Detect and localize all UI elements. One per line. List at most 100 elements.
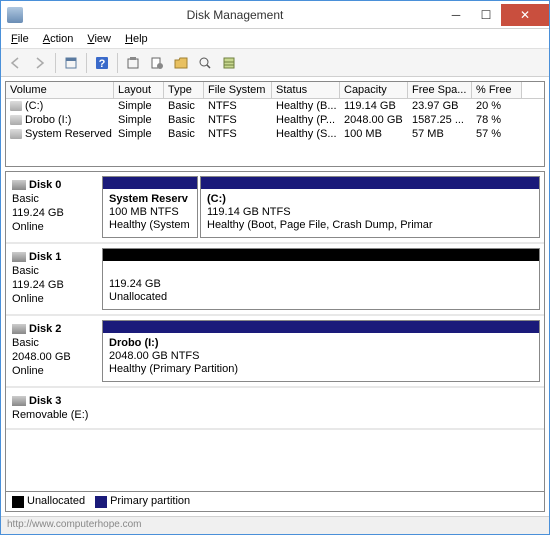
col-volume[interactable]: Volume bbox=[6, 82, 114, 98]
partitions: 119.24 GB Unallocated bbox=[102, 244, 544, 314]
volume-icon bbox=[10, 101, 22, 111]
disk-state: Online bbox=[12, 220, 96, 234]
cell: Healthy (B... bbox=[272, 99, 340, 113]
disk-label[interactable]: Disk 2 Basic 2048.00 GB Online bbox=[6, 316, 102, 386]
partition-size: 119.14 GB NTFS bbox=[207, 206, 533, 219]
disk-name: Disk 3 bbox=[29, 394, 61, 408]
back-button[interactable] bbox=[5, 52, 27, 74]
partition-stripe bbox=[201, 177, 539, 189]
disk-name: Disk 2 bbox=[29, 322, 61, 336]
disk-label[interactable]: Disk 1 Basic 119.24 GB Online bbox=[6, 244, 102, 314]
partition-stripe bbox=[103, 177, 197, 189]
maximize-button[interactable]: ☐ bbox=[471, 4, 501, 26]
col-freespace[interactable]: Free Spa... bbox=[408, 82, 472, 98]
partition-name: Drobo (I:) bbox=[109, 337, 533, 350]
properties-icon[interactable] bbox=[60, 52, 82, 74]
list-icon[interactable] bbox=[218, 52, 240, 74]
volume-list[interactable]: Volume Layout Type File System Status Ca… bbox=[5, 81, 545, 167]
cell: Basic bbox=[164, 113, 204, 127]
volume-icon bbox=[10, 129, 22, 139]
menubar: FFileile Action View Help bbox=[1, 29, 549, 49]
cell: 1587.25 ... bbox=[408, 113, 472, 127]
svg-text:?: ? bbox=[99, 58, 106, 70]
app-icon bbox=[7, 7, 23, 23]
toolbar-sep bbox=[117, 53, 118, 73]
folder-icon[interactable] bbox=[170, 52, 192, 74]
cell: 57 % bbox=[472, 127, 522, 141]
partitions: Drobo (I:) 2048.00 GB NTFS Healthy (Prim… bbox=[102, 316, 544, 386]
menu-view[interactable]: View bbox=[81, 31, 117, 47]
disk-label[interactable]: Disk 0 Basic 119.24 GB Online bbox=[6, 172, 102, 242]
cell: Simple bbox=[114, 127, 164, 141]
cell: 2048.00 GB bbox=[340, 113, 408, 127]
disk-row[interactable]: Disk 2 Basic 2048.00 GB Online Drobo (I:… bbox=[6, 316, 544, 388]
legend: Unallocated Primary partition bbox=[5, 492, 545, 512]
disk-map[interactable]: Disk 0 Basic 119.24 GB Online System Res… bbox=[5, 171, 545, 492]
disk-size: 119.24 GB bbox=[12, 206, 96, 220]
statusbar: http://www.computerhope.com bbox=[1, 516, 549, 534]
disk-icon bbox=[12, 180, 26, 190]
partition-status: Healthy (Primary Partition) bbox=[109, 363, 533, 376]
disk-state: Online bbox=[12, 292, 96, 306]
disk-type: Basic bbox=[12, 264, 96, 278]
col-filesystem[interactable]: File System bbox=[204, 82, 272, 98]
disk-type: Basic bbox=[12, 336, 96, 350]
partition-status: Healthy (Boot, Page File, Crash Dump, Pr… bbox=[207, 219, 533, 232]
menu-file[interactable]: FFileile bbox=[5, 31, 35, 47]
menu-help[interactable]: Help bbox=[119, 31, 154, 47]
settings-icon[interactable] bbox=[146, 52, 168, 74]
minimize-button[interactable]: ─ bbox=[441, 4, 471, 26]
disk-name: Disk 1 bbox=[29, 250, 61, 264]
volume-row[interactable]: (C:) Simple Basic NTFS Healthy (B... 119… bbox=[6, 99, 544, 113]
cell: 100 MB bbox=[340, 127, 408, 141]
cell: NTFS bbox=[204, 113, 272, 127]
legend-primary: Primary partition bbox=[110, 495, 190, 507]
cell: 78 % bbox=[472, 113, 522, 127]
partition[interactable]: Drobo (I:) 2048.00 GB NTFS Healthy (Prim… bbox=[102, 320, 540, 382]
disk-row[interactable]: Disk 3 Removable (E:) bbox=[6, 388, 544, 430]
partition-size: 2048.00 GB NTFS bbox=[109, 350, 533, 363]
partition[interactable]: (C:) 119.14 GB NTFS Healthy (Boot, Page … bbox=[200, 176, 540, 238]
menu-action[interactable]: Action bbox=[37, 31, 80, 47]
legend-swatch-primary bbox=[95, 496, 107, 508]
partition-stripe bbox=[103, 321, 539, 333]
close-button[interactable]: ✕ bbox=[501, 4, 549, 26]
disk-size: 119.24 GB bbox=[12, 278, 96, 292]
disk-label[interactable]: Disk 3 Removable (E:) bbox=[6, 388, 102, 428]
col-status[interactable]: Status bbox=[272, 82, 340, 98]
col-capacity[interactable]: Capacity bbox=[340, 82, 408, 98]
help-icon[interactable]: ? bbox=[91, 52, 113, 74]
disk-type: Basic bbox=[12, 192, 96, 206]
disk-icon bbox=[12, 324, 26, 334]
partition-name: (C:) bbox=[207, 193, 533, 206]
disk-row[interactable]: Disk 1 Basic 119.24 GB Online 119.24 GB … bbox=[6, 244, 544, 316]
volume-row[interactable]: Drobo (I:) Simple Basic NTFS Healthy (P.… bbox=[6, 113, 544, 127]
window-controls: ─ ☐ ✕ bbox=[441, 4, 549, 26]
partition-status: Unallocated bbox=[109, 291, 533, 304]
partition-name: System Reserv bbox=[109, 193, 191, 206]
refresh-icon[interactable] bbox=[122, 52, 144, 74]
menu-file-label: Fileile bbox=[18, 33, 29, 45]
col-type[interactable]: Type bbox=[164, 82, 204, 98]
partition[interactable]: System Reserv 100 MB NTFS Healthy (Syste… bbox=[102, 176, 198, 238]
cell: Simple bbox=[114, 99, 164, 113]
partition-stripe bbox=[103, 249, 539, 261]
disk-icon bbox=[12, 396, 26, 406]
cell: NTFS bbox=[204, 127, 272, 141]
toolbar: ? bbox=[1, 49, 549, 77]
col-pctfree[interactable]: % Free bbox=[472, 82, 522, 98]
cell: Healthy (S... bbox=[272, 127, 340, 141]
col-layout[interactable]: Layout bbox=[114, 82, 164, 98]
cell: 23.97 GB bbox=[408, 99, 472, 113]
volume-name: Drobo (I:) bbox=[25, 114, 71, 126]
partitions: System Reserv 100 MB NTFS Healthy (Syste… bbox=[102, 172, 544, 242]
cell: 119.14 GB bbox=[340, 99, 408, 113]
disk-row[interactable]: Disk 0 Basic 119.24 GB Online System Res… bbox=[6, 172, 544, 244]
cell: Basic bbox=[164, 99, 204, 113]
search-icon[interactable] bbox=[194, 52, 216, 74]
cell: 20 % bbox=[472, 99, 522, 113]
volume-row[interactable]: System Reserved Simple Basic NTFS Health… bbox=[6, 127, 544, 141]
forward-button[interactable] bbox=[29, 52, 51, 74]
partition[interactable]: 119.24 GB Unallocated bbox=[102, 248, 540, 310]
partition-size: 119.24 GB bbox=[109, 278, 533, 291]
